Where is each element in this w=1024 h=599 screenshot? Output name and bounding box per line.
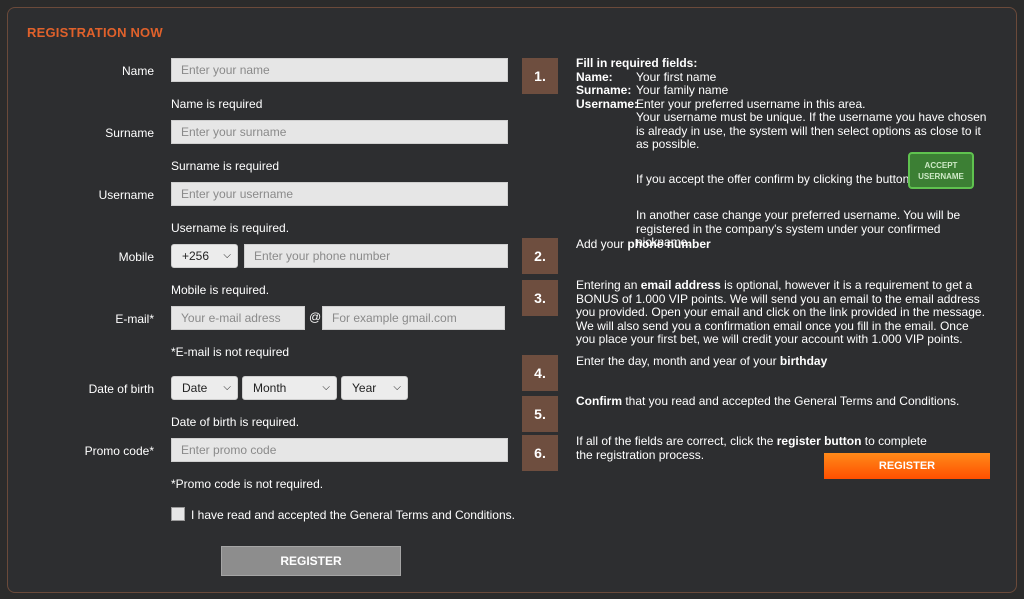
page-title: REGISTRATION NOW [27, 25, 163, 40]
step-3-info: Entering an email address is optional, h… [576, 278, 990, 347]
step-4-bold: birthday [779, 354, 828, 368]
step-4: 4. [522, 355, 558, 391]
year-select[interactable]: Year ⌵ [341, 376, 408, 400]
step-2-bold: phone number [627, 237, 711, 251]
promo-input[interactable] [171, 438, 508, 462]
surname-input[interactable] [171, 120, 508, 144]
step-3: 3. [522, 280, 558, 316]
chevron-down-icon: ⌵ [393, 382, 401, 393]
country-code-value: +256 [182, 249, 210, 263]
step-2-text: Add your [576, 237, 628, 251]
step-5-bold: Confirm [576, 394, 622, 408]
step-6-bold: register button [776, 434, 862, 448]
register-button[interactable]: REGISTER [221, 546, 401, 576]
step-3-pre: Entering an [576, 278, 641, 292]
mobile-hint: Mobile is required. [171, 283, 270, 297]
step-1-heading: Fill in required fields: [576, 56, 698, 70]
step-1: 1. [522, 58, 558, 94]
mobile-label: Mobile [118, 250, 154, 264]
name-input[interactable] [171, 58, 508, 82]
step-6-pre: If all of the fields are correct, click … [576, 434, 777, 448]
username-unique-text: Your username must be unique. If the use… [636, 110, 987, 151]
step-3-bold: email address [640, 278, 721, 292]
step-5-post: that you read and accepted the General T… [622, 394, 960, 408]
step-4-info: Enter the day, month and year of your bi… [576, 354, 828, 369]
chevron-down-icon: ⌵ [223, 250, 231, 261]
register-button-orange[interactable]: REGISTER [824, 453, 990, 479]
surname-hint: Surname is required [171, 159, 280, 173]
name-hint: Name is required [171, 97, 263, 111]
country-code-select[interactable]: +256 ⌵ [171, 244, 238, 268]
day-select[interactable]: Date ⌵ [171, 376, 238, 400]
step-2: 2. [522, 238, 558, 274]
surname-desc: Your family name [636, 83, 729, 97]
step-2-info: Add your phone number [576, 237, 711, 252]
terms-label: I have read and accepted the General Ter… [191, 508, 515, 522]
email-hint: *E-mail is not required [171, 345, 290, 359]
month-value: Month [253, 381, 287, 395]
terms-checkbox[interactable] [171, 507, 185, 521]
promo-hint: *Promo code is not required. [171, 477, 324, 491]
step-5: 5. [522, 396, 558, 432]
accept-offer-text: If you accept the offer confirm by click… [636, 172, 910, 186]
surname-key: Surname: [576, 83, 632, 97]
username-desc: Enter your preferred username in this ar… [636, 96, 866, 111]
step-1-info: Fill in required fields: Name: Your first… [576, 56, 996, 152]
dob-label: Date of birth [88, 382, 154, 396]
year-value: Year [352, 381, 377, 395]
day-value: Date [182, 381, 208, 395]
chevron-down-icon: ⌵ [223, 382, 231, 393]
phone-input[interactable] [244, 244, 508, 268]
email-user-input[interactable] [171, 306, 305, 330]
username-input[interactable] [171, 182, 508, 206]
username-hint: Username is required. [171, 221, 290, 235]
step-6: 6. [522, 435, 558, 471]
promo-label: Promo code* [84, 444, 154, 458]
email-label: E-mail* [115, 312, 154, 326]
month-select[interactable]: Month ⌵ [242, 376, 337, 400]
name-key: Name: [576, 69, 613, 84]
chevron-down-icon: ⌵ [322, 382, 330, 393]
username-label: Username [98, 188, 154, 202]
email-domain-input[interactable] [322, 306, 505, 330]
step-5-info: Confirm that you read and accepted the G… [576, 394, 960, 409]
surname-label: Surname [105, 126, 154, 140]
step-4-pre: Enter the day, month and year of your [576, 354, 780, 368]
username-key: Username: [576, 96, 639, 111]
dob-hint: Date of birth is required. [171, 415, 300, 429]
name-desc: Your first name [636, 69, 717, 84]
accept-username-button[interactable]: ACCEPT USERNAME [908, 152, 974, 189]
at-sign: @ [309, 310, 322, 324]
name-label: Name [121, 64, 154, 78]
